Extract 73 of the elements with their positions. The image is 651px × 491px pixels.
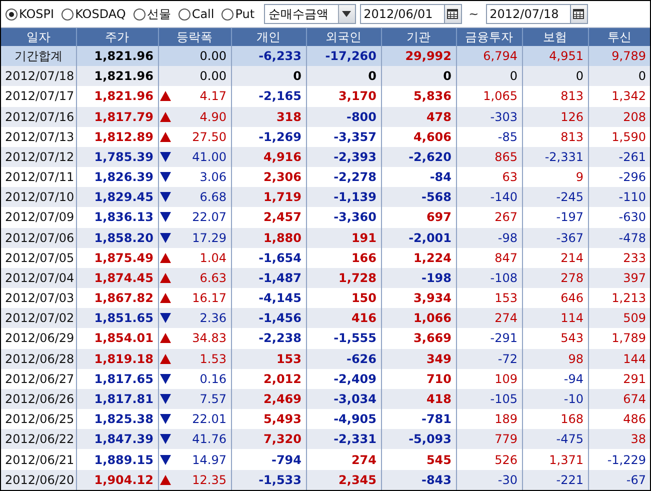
date-cell: 2012/07/02 [1, 308, 76, 328]
date-cell: 2012/06/26 [1, 388, 76, 410]
date-cell: 2012/06/20 [1, 470, 76, 490]
change-cell: 1.53 [200, 352, 226, 366]
change-cell: 16.17 [192, 291, 226, 306]
date-cell: 2012/06/22 [1, 429, 76, 450]
date-cell: 2012/06/21 [1, 449, 76, 470]
value-cell: -843 [381, 470, 456, 490]
date-cell: 2012/07/04 [1, 268, 76, 288]
change-cell: 34.83 [192, 331, 226, 346]
change-cell: 41.76 [192, 432, 226, 446]
value-cell: -221 [522, 470, 588, 490]
radio-option[interactable]: Call [178, 7, 214, 21]
column-header[interactable]: 기관 [381, 28, 456, 46]
change-cell: 6.63 [200, 270, 226, 285]
change-cell: 0.16 [200, 372, 226, 386]
date-cell: 2012/07/06 [1, 228, 76, 248]
change-cell: 12.35 [192, 472, 226, 487]
column-header[interactable]: 금융투자 [456, 28, 522, 46]
calendar-button[interactable] [570, 4, 588, 24]
radio-option[interactable]: KOSDAQ [61, 7, 126, 21]
date-cell: 2012/07/11 [1, 167, 76, 188]
radio-option[interactable]: Put [221, 7, 255, 21]
change-cell: 0.00 [200, 49, 226, 64]
radio-option[interactable]: KOSPI [5, 7, 54, 21]
value-cell: 2,345 [306, 470, 381, 490]
date-cell: 2012/07/18 [1, 66, 76, 86]
change-cell: 22.07 [192, 210, 226, 224]
change-cell: 4.17 [200, 89, 226, 104]
date-cell: 2012/07/13 [1, 126, 76, 147]
date-cell: 2012/07/10 [1, 187, 76, 208]
date-cell: 2012/06/28 [1, 348, 76, 369]
column-header[interactable]: 주가 [76, 28, 158, 46]
caret-icon [342, 11, 352, 17]
metric-dropdown[interactable]: 순매수금액 [264, 4, 356, 24]
column-header[interactable]: 보험 [522, 28, 588, 46]
change-cell: 41.00 [192, 150, 226, 164]
change-cell: 17.29 [192, 230, 226, 245]
radio-option[interactable]: 선물 [132, 6, 171, 22]
change-cell: 2.36 [200, 311, 226, 326]
date-separator: ~ [468, 7, 480, 21]
date-cell: 2012/07/03 [1, 288, 76, 308]
price-cell: 1,904.12 [76, 470, 158, 490]
change-cell: 4.90 [200, 110, 226, 124]
change-cell: 0.00 [200, 69, 226, 84]
calendar-button[interactable] [444, 4, 462, 24]
date-cell: 2012/06/25 [1, 409, 76, 430]
column-header[interactable]: 개인 [231, 28, 306, 46]
date-cell: 2012/07/09 [1, 207, 76, 228]
date-cell: 2012/06/27 [1, 368, 76, 389]
change-cell: 14.97 [192, 452, 226, 467]
column-header[interactable]: 등락폭 [158, 28, 231, 46]
date-field[interactable]: 2012/06/01 [360, 4, 444, 24]
date-cell: 2012/06/29 [1, 328, 76, 349]
dropdown-button[interactable] [338, 5, 355, 23]
value-cell: -30 [456, 470, 522, 490]
value-cell: -67 [588, 470, 650, 490]
date-cell: 기간합계 [1, 46, 76, 66]
change-cell: 1.04 [200, 250, 226, 265]
change-cell: 27.50 [192, 130, 226, 144]
column-header[interactable]: 일자 [1, 28, 76, 46]
calendar-icon [573, 9, 584, 19]
date-field[interactable]: 2012/07/18 [486, 4, 570, 24]
column-header[interactable]: 외국인 [306, 28, 381, 46]
column-header[interactable]: 투신 [588, 28, 650, 46]
change-cell: 7.57 [200, 392, 226, 406]
change-cell: 3.06 [200, 170, 226, 184]
date-cell: 2012/07/17 [1, 86, 76, 107]
change-cell: 6.68 [200, 190, 226, 204]
change-cell: 22.01 [192, 412, 226, 426]
date-cell: 2012/07/05 [1, 248, 76, 268]
calendar-icon [447, 9, 458, 19]
value-cell: -1,533 [231, 470, 306, 490]
